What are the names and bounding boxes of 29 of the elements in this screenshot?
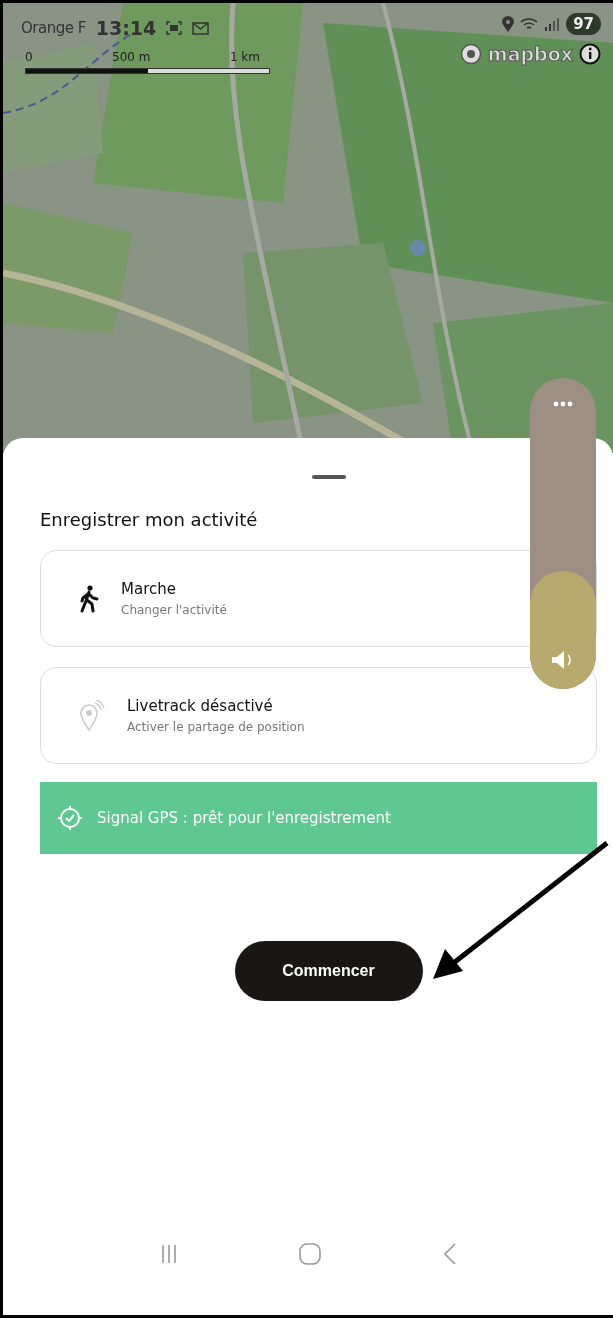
mail-icon [192, 21, 210, 35]
start-button[interactable]: Commencer [234, 941, 423, 1001]
carrier-name: Orange F [21, 19, 86, 37]
battery-level: 97 [566, 13, 601, 35]
location-pin-icon [502, 16, 515, 32]
mapbox-logo-icon [459, 43, 482, 65]
scale-label: 1 km [229, 50, 260, 64]
location-signal-icon [79, 699, 105, 732]
more-icon[interactable] [553, 401, 573, 407]
option-subtitle: Activer le partage de position [127, 720, 305, 734]
drag-handle[interactable] [311, 475, 346, 479]
sheet-title: Enregistrer mon activité [40, 509, 259, 530]
mapbox-logo: mapbox [487, 43, 573, 65]
scale-label: 0 [25, 50, 33, 64]
option-title: Marche [121, 580, 177, 598]
wifi-icon [520, 17, 539, 31]
home-icon[interactable] [298, 1243, 321, 1265]
screenshot-icon [166, 21, 183, 35]
recent-apps-icon[interactable] [161, 1245, 176, 1263]
clock-time: 13:14 [95, 17, 157, 39]
scale-label: 500 m [112, 50, 151, 64]
back-icon[interactable] [443, 1243, 456, 1265]
gps-status-text: Signal GPS : prêt pour l'enregistrement [97, 809, 391, 827]
target-check-icon [57, 805, 83, 831]
signal-icon [544, 17, 561, 31]
option-title: Livetrack désactivé [127, 697, 274, 715]
info-icon[interactable] [579, 43, 601, 65]
option-subtitle: Changer l'activité [121, 603, 227, 617]
walking-person-icon [79, 584, 99, 613]
